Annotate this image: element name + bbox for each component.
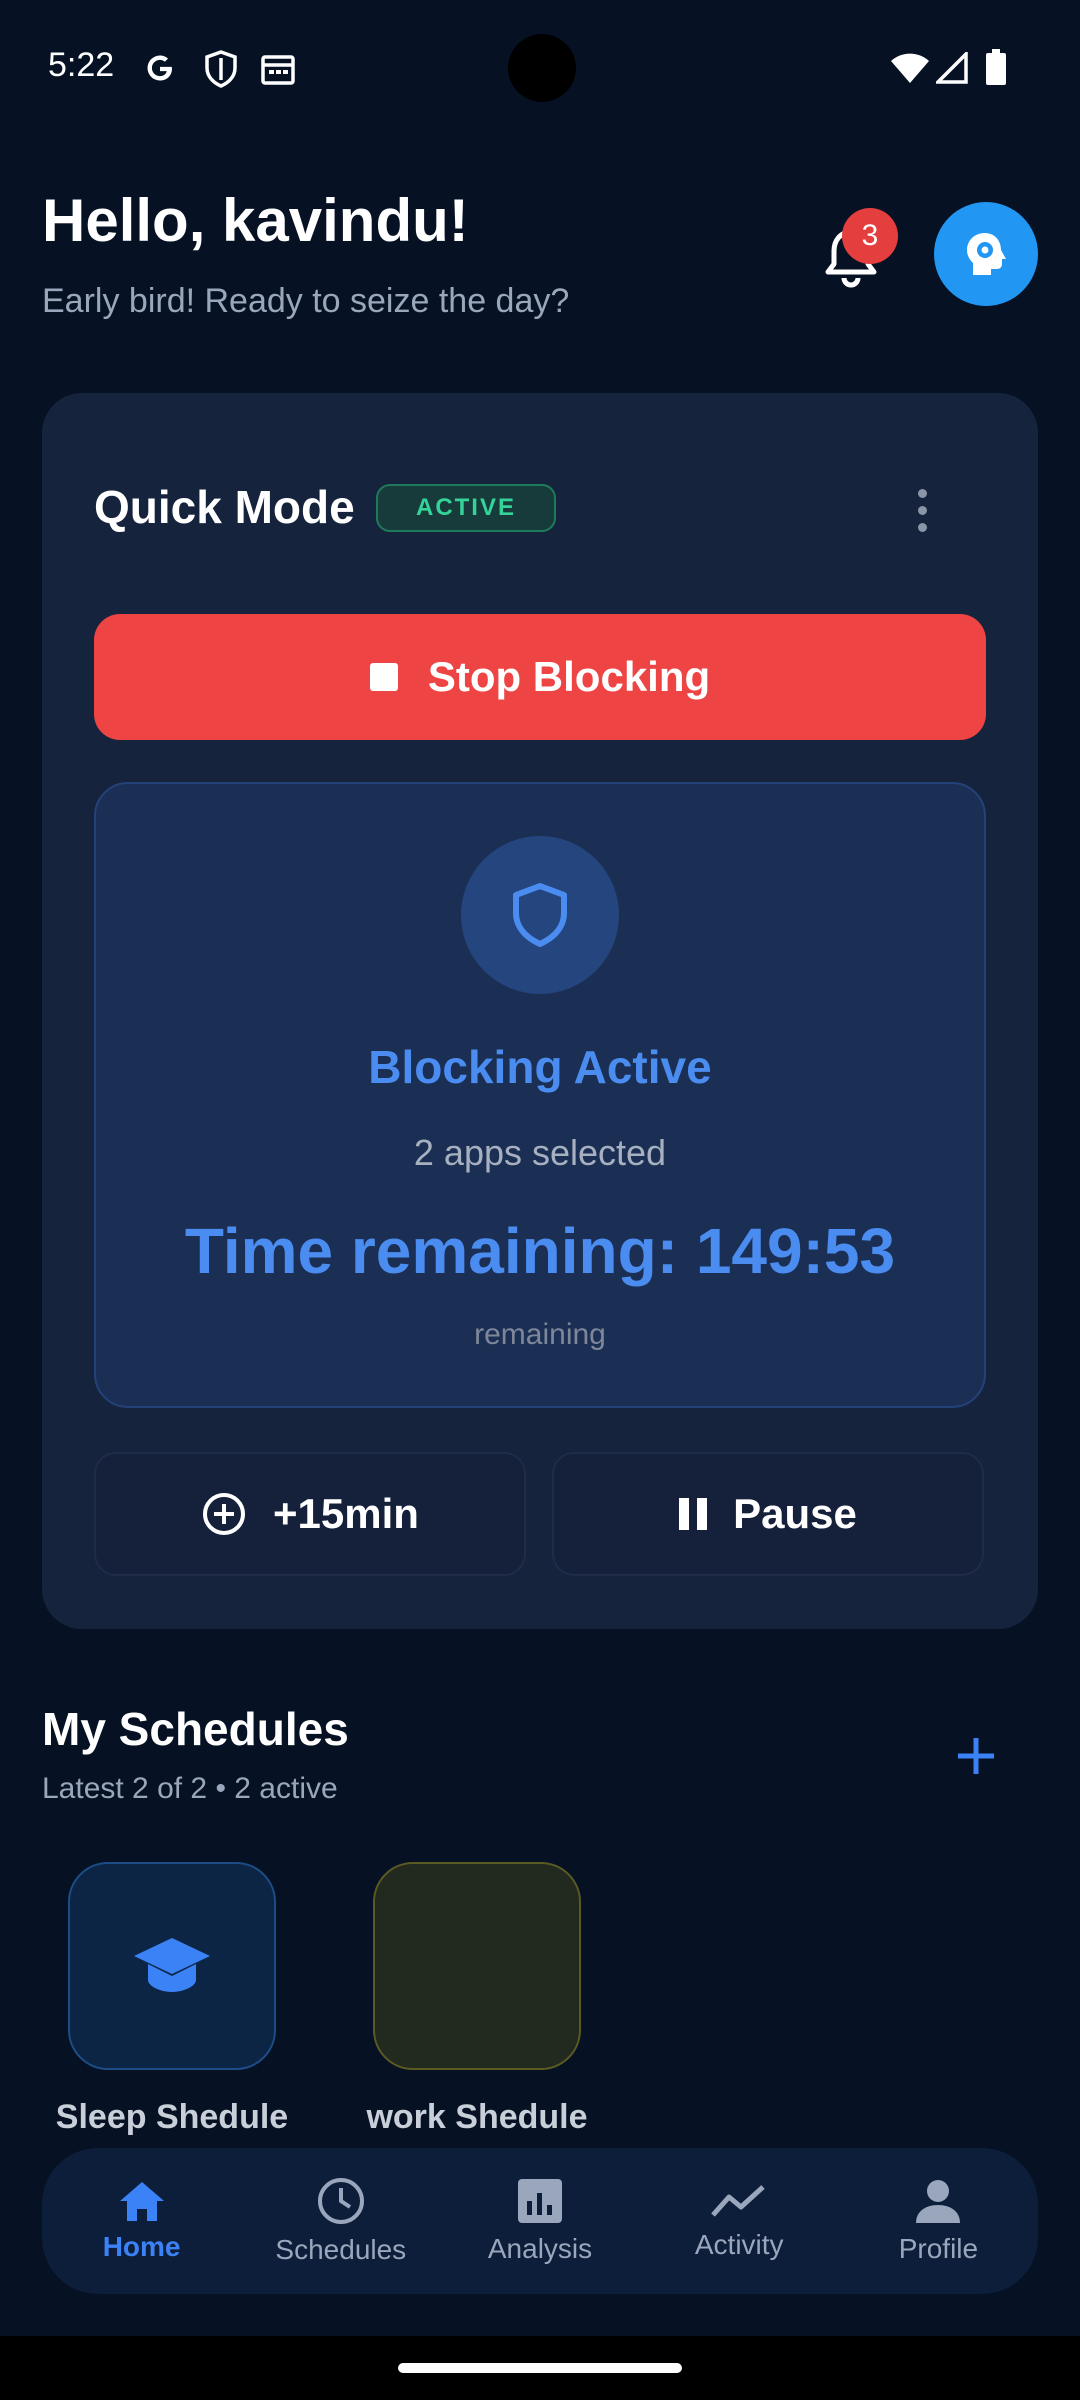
plus-icon <box>958 1738 994 1774</box>
head-gear-icon <box>967 233 1006 275</box>
status-time: 5:22 <box>48 46 115 84</box>
bar-chart-icon <box>518 2179 562 2223</box>
signal-icon <box>933 49 968 84</box>
nav-item-profile[interactable]: Profile <box>839 2148 1038 2294</box>
focus-settings-button[interactable] <box>934 202 1038 306</box>
nav-item-schedules[interactable]: Schedules <box>241 2148 440 2294</box>
nav-item-home[interactable]: Home <box>42 2148 241 2294</box>
schedule-label-sleep: Sleep Shedule <box>55 2098 289 2136</box>
status-badge: ACTIVE <box>376 484 556 532</box>
nav-label-profile: Profile <box>898 2233 979 2264</box>
stop-blocking-button[interactable]: Stop Blocking <box>94 614 986 740</box>
schedule-tile-work[interactable] <box>373 1862 581 2070</box>
shield-icon <box>513 883 567 947</box>
pause-label: Pause <box>733 1490 857 1537</box>
schedule-tile-sleep[interactable] <box>68 1862 276 2070</box>
quick-mode-title: Quick Mode <box>94 481 355 533</box>
google-icon <box>142 50 178 86</box>
extend-label: +15min <box>273 1490 419 1537</box>
pause-button[interactable]: Pause <box>552 1452 984 1576</box>
nav-label-home: Home <box>102 2231 181 2262</box>
nav-item-analysis[interactable]: Analysis <box>440 2148 639 2294</box>
extend-15min-button[interactable]: +15min <box>94 1452 526 1576</box>
home-indicator[interactable] <box>398 2363 682 2373</box>
nav-label-schedules: Schedules <box>275 2234 407 2265</box>
schedules-subtitle: Latest 2 of 2 • 2 active <box>42 1772 338 1805</box>
shield-status-icon <box>204 50 238 88</box>
shield-badge <box>461 836 619 994</box>
pause-icon <box>679 1498 708 1530</box>
home-icon <box>119 2182 164 2221</box>
nav-label-activity: Activity <box>694 2229 784 2260</box>
schedules-title: My Schedules <box>42 1703 349 1755</box>
schedule-label-work: work Shedule <box>366 2098 588 2136</box>
time-remaining: Time remaining: 149:53 <box>184 1215 896 1287</box>
blocking-status-title: Blocking Active <box>368 1041 712 1093</box>
trend-line-icon <box>711 2185 765 2217</box>
more-options-button[interactable] <box>902 480 942 540</box>
greeting-subtitle: Early bird! Ready to seize the day? <box>42 282 570 320</box>
remaining-caption: remaining <box>474 1318 606 1351</box>
add-schedule-button[interactable] <box>946 1726 1006 1786</box>
clock-icon <box>317 2178 364 2224</box>
stop-blocking-label: Stop Blocking <box>427 653 711 700</box>
stop-icon <box>369 663 398 691</box>
apps-selected-count: 2 apps selected <box>413 1132 667 1173</box>
moon-icon <box>459 1934 491 1998</box>
wifi-icon <box>890 52 930 84</box>
graduation-cap-icon <box>134 1938 210 1992</box>
notification-badge: 3 <box>842 208 898 264</box>
calendar-status-icon <box>260 52 296 86</box>
bottom-navigation: Home Schedules Analysis Activity Profile <box>42 2148 1038 2294</box>
camera-cutout <box>508 34 576 102</box>
nav-item-activity[interactable]: Activity <box>640 2148 839 2294</box>
battery-icon <box>984 48 1008 86</box>
add-circle-icon <box>203 1493 246 1535</box>
person-icon <box>916 2180 961 2223</box>
greeting-title: Hello, kavindu! <box>42 187 469 254</box>
nav-label-analysis: Analysis <box>487 2233 593 2264</box>
